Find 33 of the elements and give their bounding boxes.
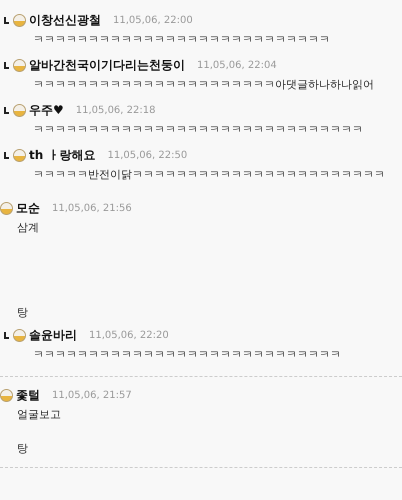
- reply-corner-icon: [4, 106, 9, 114]
- comment-date: 11,05,06, 22:04: [197, 60, 277, 70]
- author-name[interactable]: th ㅏ랑해요: [29, 146, 96, 164]
- author-name[interactable]: 우주♥: [29, 102, 64, 118]
- comment-text: ㅋㅋㅋㅋㅋ반전이닭ㅋㅋㅋㅋㅋㅋㅋㅋㅋㅋㅋㅋㅋㅋㅋㅋㅋㅋㅋㅋㅋㅋㅋ: [32, 167, 386, 183]
- reply-corner-icon: [4, 16, 9, 24]
- author-name[interactable]: 솔윤바리: [29, 326, 77, 344]
- comment-date: 11,05,06, 22:50: [107, 150, 188, 160]
- comment-date: 11,05,06, 21:56: [52, 202, 132, 214]
- avatar-icon: [13, 58, 26, 72]
- author-name[interactable]: 이창선신광철: [29, 12, 101, 28]
- avatar-icon: [0, 388, 13, 402]
- reply-corner-icon: [4, 152, 9, 158]
- author-name[interactable]: 좇털: [16, 386, 40, 404]
- comment-date: 11,05,06, 22:00: [113, 14, 193, 26]
- comment-date: 11,05,06, 22:20: [89, 330, 169, 340]
- author-name[interactable]: 알바간천국이기다리는천둥이: [29, 56, 185, 74]
- comment-text: ㅋㅋㅋㅋㅋㅋㅋㅋㅋㅋㅋㅋㅋㅋㅋㅋㅋㅋㅋㅋㅋㅋㅋㅋㅋㅋㅋㅋㅋㅋ: [32, 122, 364, 138]
- comment-text: ㅋㅋㅋㅋㅋㅋㅋㅋㅋㅋㅋㅋㅋㅋㅋㅋㅋㅋㅋㅋㅋㅋㅋㅋㅋㅋㅋ: [32, 32, 331, 48]
- avatar-icon: [13, 14, 26, 26]
- comment-text: 삼계 탕: [16, 220, 40, 321]
- comment-text: ㅋㅋㅋㅋㅋㅋㅋㅋㅋㅋㅋㅋㅋㅋㅋㅋㅋㅋㅋㅋㅋㅋㅋㅋㅋㅋㅋㅋ: [32, 347, 342, 363]
- avatar-icon: [13, 148, 26, 162]
- author-name[interactable]: 모순: [16, 200, 40, 216]
- comment-text: ㅋㅋㅋㅋㅋㅋㅋㅋㅋㅋㅋㅋㅋㅋㅋㅋㅋㅋㅋㅋㅋㅋ아댓글하나하나읽어: [32, 77, 375, 93]
- reply-corner-icon: [4, 332, 9, 338]
- avatar-icon: [13, 328, 26, 342]
- comment-date: 11,05,06, 21:57: [52, 390, 132, 400]
- avatar-icon: [13, 104, 26, 116]
- reply-corner-icon: [4, 62, 9, 68]
- comment-date: 11,05,06, 22:18: [76, 104, 156, 116]
- comment-text: 얼굴보고 탕: [16, 407, 62, 457]
- avatar-icon: [0, 202, 13, 214]
